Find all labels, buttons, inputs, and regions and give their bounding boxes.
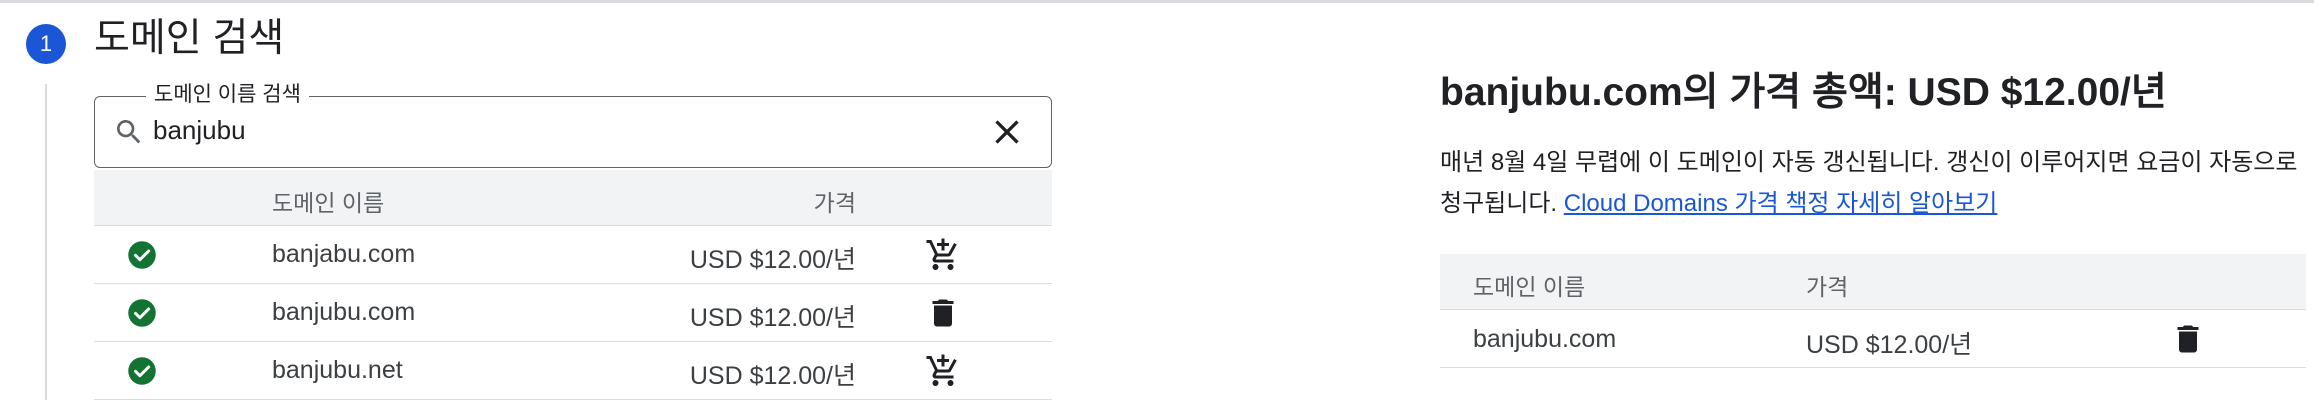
domain-name: banjubu.net — [272, 356, 403, 384]
domain-name: banjubu.com — [272, 298, 416, 326]
check-circle-icon — [127, 298, 157, 328]
add-to-cart-button[interactable] — [922, 234, 964, 276]
close-icon — [995, 120, 1019, 144]
domain-name: banjabu.com — [272, 240, 416, 268]
add-to-cart-button[interactable] — [922, 350, 964, 392]
step-title: 도메인 검색 — [94, 17, 285, 60]
column-price: 가격 — [1806, 274, 1849, 300]
domain-price: USD $12.00/년 — [689, 246, 856, 274]
clear-search-button[interactable] — [986, 111, 1028, 153]
add-cart-icon — [926, 238, 957, 270]
column-domain-name: 도메인 이름 — [1473, 274, 1586, 300]
cart-row: banjubu.com USD $12.00/년 — [1440, 310, 2306, 368]
top-divider — [0, 0, 2314, 3]
table-row: banjubu.net USD $12.00/년 — [94, 342, 1052, 400]
search-input[interactable]: banjubu — [153, 114, 246, 148]
domain-name: banjubu.com — [1473, 325, 1617, 353]
check-circle-icon — [127, 240, 157, 270]
trash-icon — [932, 299, 954, 327]
step-connector-line — [45, 84, 47, 400]
trash-icon — [2177, 325, 2199, 353]
domain-price: USD $12.00/년 — [689, 362, 856, 390]
renewal-notice: 매년 8월 4일 무렵에 이 도메인이 자동 갱신됩니다. 갱신이 이루어지면 … — [1440, 142, 2300, 224]
results-table-header: 도메인 이름 가격 — [94, 170, 1052, 226]
domain-price: USD $12.00/년 — [1806, 331, 1973, 359]
search-field-label: 도메인 이름 검색 — [146, 81, 309, 109]
remove-from-cart-button[interactable] — [2167, 318, 2209, 360]
add-cart-icon — [926, 354, 957, 386]
cart-table-header: 도메인 이름 가격 — [1440, 254, 2306, 310]
search-icon — [113, 116, 145, 148]
table-row: banjubu.com USD $12.00/년 — [94, 284, 1052, 342]
step-number-badge: 1 — [26, 24, 66, 64]
table-row: banjabu.com USD $12.00/년 — [94, 226, 1052, 284]
domain-price: USD $12.00/년 — [689, 304, 856, 332]
pricing-details-link[interactable]: Cloud Domains 가격 책정 자세히 알아보기 — [1564, 190, 1998, 217]
remove-from-cart-button[interactable] — [922, 292, 964, 334]
check-circle-icon — [127, 356, 157, 386]
price-total-heading: banjubu.com의 가격 총액: USD $12.00/년 — [1440, 71, 2167, 114]
column-domain-name: 도메인 이름 — [272, 190, 385, 216]
column-price: 가격 — [813, 190, 856, 216]
